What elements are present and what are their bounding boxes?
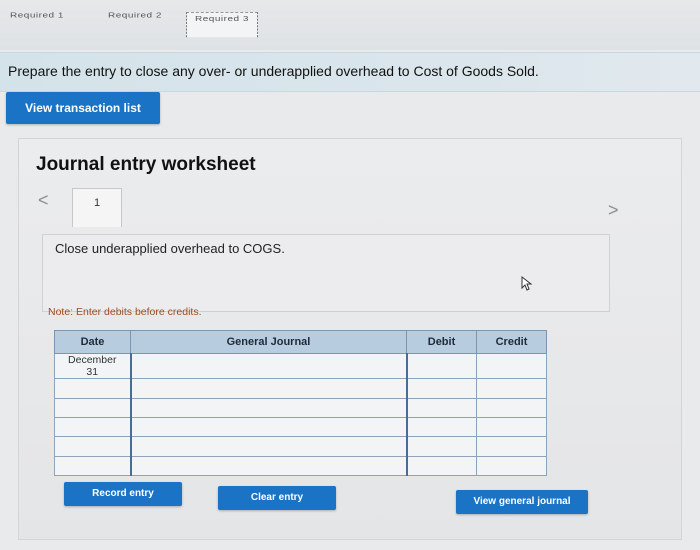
table-row	[54, 455, 547, 477]
instruction-text: Prepare the entry to close any over- or …	[8, 63, 539, 79]
mouse-cursor-icon	[521, 276, 533, 291]
entry-description: Close underapplied overhead to COGS.	[55, 241, 285, 256]
entry-description-box: Close underapplied overhead to COGS.	[42, 234, 610, 312]
credit-header: Credit	[476, 330, 547, 354]
chevron-right-icon[interactable]: >	[608, 200, 619, 221]
credit-input[interactable]	[476, 397, 547, 419]
view-general-journal-button[interactable]: View general journal	[456, 490, 588, 514]
entry-tab-1[interactable]: 1	[72, 188, 122, 227]
date-cell	[54, 455, 131, 477]
credit-input[interactable]	[476, 436, 547, 457]
table-row	[54, 378, 547, 399]
view-transaction-list-button[interactable]: View transaction list	[6, 92, 160, 124]
clear-entry-button[interactable]: Clear entry	[218, 486, 336, 510]
debit-credit-note: Note: Enter debits before credits.	[48, 306, 202, 318]
debit-input[interactable]	[406, 455, 477, 477]
date-cell	[54, 436, 131, 457]
credit-input[interactable]	[476, 455, 547, 477]
worksheet-title: Journal entry worksheet	[36, 154, 256, 175]
table-row	[54, 397, 547, 419]
account-select[interactable]	[129, 352, 408, 380]
debit-input[interactable]	[406, 352, 477, 380]
date-cell	[54, 378, 131, 399]
account-select[interactable]	[129, 378, 408, 399]
account-select[interactable]	[129, 417, 408, 438]
table-row	[54, 436, 547, 457]
account-select[interactable]	[129, 436, 408, 457]
credit-input[interactable]	[476, 417, 547, 438]
credit-input[interactable]	[476, 378, 547, 399]
requirement-tabs: Required 1 Required 2 Required 3	[0, 0, 700, 50]
tab-required-1[interactable]: Required 1	[10, 12, 64, 20]
date-cell: December 31	[54, 352, 131, 380]
debit-header: Debit	[406, 330, 477, 354]
debit-input[interactable]	[406, 397, 477, 419]
chevron-left-icon[interactable]: <	[38, 190, 49, 211]
tab-required-3[interactable]: Required 3	[186, 12, 258, 38]
account-select[interactable]	[129, 397, 408, 419]
table-row: December 31	[54, 352, 547, 380]
instruction-bar: Prepare the entry to close any over- or …	[0, 52, 700, 92]
date-cell	[54, 397, 131, 419]
debit-input[interactable]	[406, 417, 477, 438]
debit-input[interactable]	[406, 378, 477, 399]
general-journal-header: General Journal	[130, 330, 407, 354]
credit-input[interactable]	[476, 352, 547, 380]
journal-entry-table: Date General Journal Debit Credit Decemb…	[54, 330, 547, 477]
debit-input[interactable]	[406, 436, 477, 457]
date-header: Date	[54, 330, 131, 354]
date-cell	[54, 417, 131, 438]
table-row	[54, 417, 547, 438]
account-select[interactable]	[129, 455, 408, 477]
tab-required-2[interactable]: Required 2	[108, 12, 162, 20]
record-entry-button[interactable]: Record entry	[64, 482, 182, 506]
